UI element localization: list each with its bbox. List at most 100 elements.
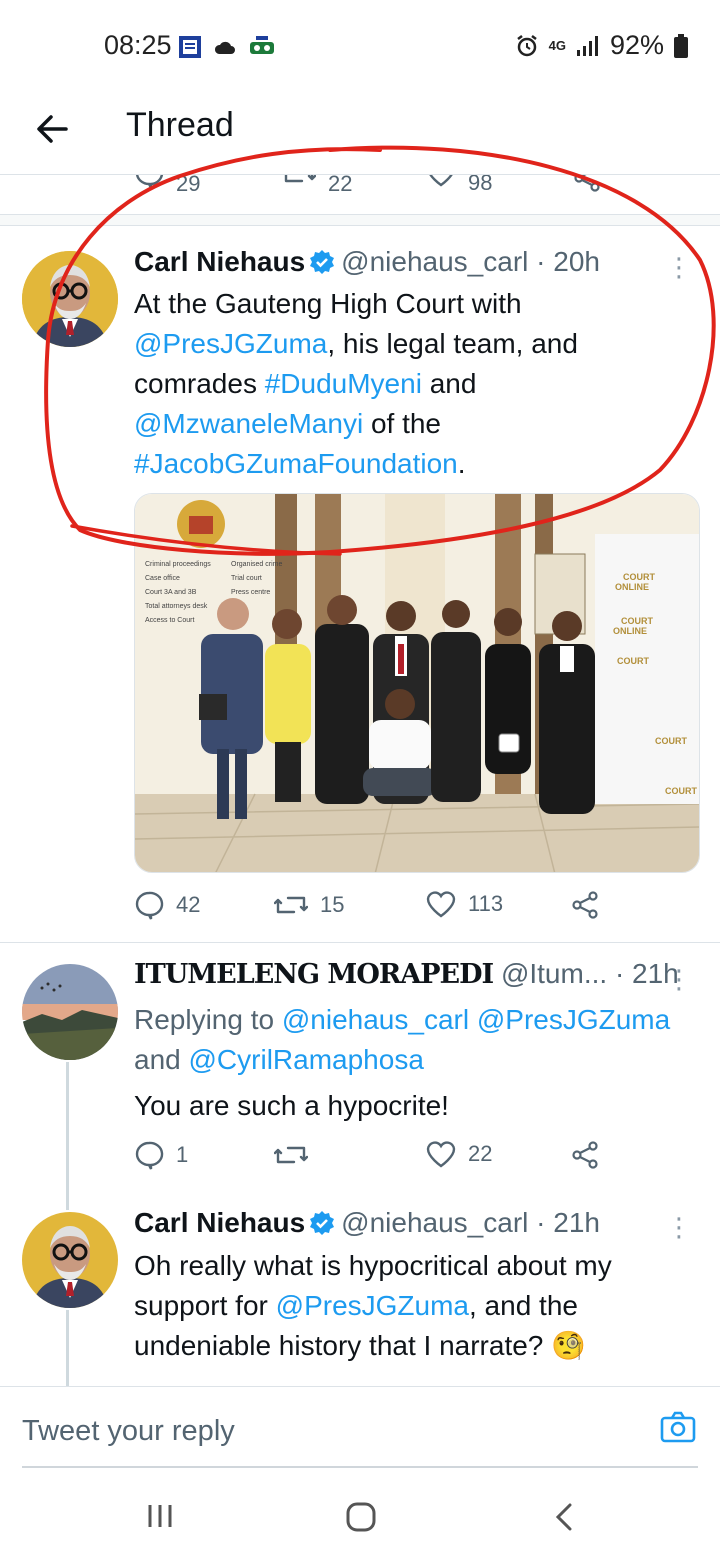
mention-link[interactable]: @MzwaneleManyi <box>134 408 363 439</box>
like-button[interactable]: 113 <box>426 890 503 918</box>
status-bar: 08:25 4G 92% <box>0 0 720 92</box>
author-handle[interactable]: @niehaus_carl <box>341 246 528 277</box>
svg-text:Total attorneys desk: Total attorneys desk <box>145 603 208 610</box>
app-header: Thread <box>0 92 720 174</box>
author-handle[interactable]: @Itum... <box>501 958 607 989</box>
share-button[interactable] <box>570 1140 600 1170</box>
hashtag-link[interactable]: #JacobGZumaFoundation <box>134 448 458 479</box>
reply-icon <box>136 175 164 189</box>
svg-text:Access to Court: Access to Court <box>145 617 194 624</box>
prev-reply-count: 29 <box>176 174 201 196</box>
previous-tweet-actions: 29 22 98 <box>0 174 720 214</box>
reply-count: 1 <box>176 1142 189 1167</box>
reply-composer: Tweet your reply <box>0 1386 720 1468</box>
tweet-text: Oh really what is hypocritical about my … <box>134 1250 612 1361</box>
svg-text:COURT: COURT <box>617 656 649 666</box>
tweet-text: At the Gauteng High Court with @PresJGZu… <box>134 288 578 479</box>
avatar-portrait <box>22 251 118 347</box>
android-nav-bar <box>0 1468 720 1560</box>
prev-retweet-action[interactable]: 22 <box>282 175 352 196</box>
svg-text:Press centre: Press centre <box>231 589 270 596</box>
prev-reply-action[interactable]: 29 <box>134 175 200 196</box>
tweet-actions: 1 22 <box>134 1140 614 1180</box>
like-button[interactable]: 22 <box>426 1140 492 1168</box>
reply-count: 42 <box>176 892 201 917</box>
retweet-button[interactable] <box>274 1140 320 1170</box>
mention-link[interactable]: @CyrilRamaphosa <box>189 1044 424 1075</box>
camera-button[interactable] <box>660 1411 696 1448</box>
divider <box>0 225 720 226</box>
reply-button[interactable]: 1 <box>134 1140 188 1170</box>
group-photo-illustration: Criminal proceedings Case office Court 3A … <box>135 494 699 872</box>
signal-icon <box>576 35 598 56</box>
share-button[interactable] <box>570 890 600 920</box>
page-title: Thread <box>126 106 234 144</box>
arrow-left-icon <box>37 115 68 143</box>
avatar-carl-niehaus[interactable] <box>22 251 118 347</box>
back-button[interactable] <box>28 104 78 154</box>
chevron-left-icon <box>555 1503 572 1531</box>
share-icon <box>572 891 598 919</box>
like-count: 22 <box>468 1141 493 1166</box>
alarm-icon <box>516 34 537 56</box>
avatar-portrait <box>22 1212 118 1308</box>
svg-text:Criminal proceedings: Criminal proceedings <box>145 561 211 568</box>
author-name[interactable]: ITUMELENG MORAPEDI <box>134 959 494 990</box>
mention-link[interactable]: @PresJGZuma <box>134 328 327 359</box>
svg-text:COURT: COURT <box>655 736 687 746</box>
more-options-icon[interactable]: ⋮ <box>666 1212 692 1243</box>
reply-input[interactable]: Tweet your reply <box>22 1415 235 1448</box>
reply-button[interactable]: 42 <box>134 890 200 920</box>
tweet-actions: 42 15 113 <box>134 890 614 930</box>
home-button[interactable] <box>346 1502 376 1537</box>
prev-share-action[interactable] <box>572 175 602 198</box>
status-time: 08:25 <box>104 30 172 60</box>
divider <box>0 942 720 943</box>
retweet-count: 15 <box>320 892 345 917</box>
mention-link[interactable]: @niehaus_carl @PresJGZuma <box>282 1004 670 1035</box>
prev-like-action[interactable]: 98 <box>426 175 492 195</box>
nav-back-button[interactable] <box>552 1502 576 1537</box>
svg-text:ONLINE: ONLINE <box>615 582 649 592</box>
recents-button[interactable] <box>146 1502 174 1535</box>
tweet-photo[interactable]: Criminal proceedings Case office Court 3A … <box>134 493 700 873</box>
avatar-carl-niehaus[interactable] <box>22 1212 118 1308</box>
avatar-itumeleng-morapedi[interactable] <box>22 964 118 1060</box>
svg-text:Organised crime: Organised crime <box>231 561 282 568</box>
share-icon <box>574 175 600 192</box>
tweet-header: Carl Niehaus @niehaus_carl · 20h <box>134 246 600 282</box>
thread-connector <box>66 1062 69 1210</box>
svg-text:COURT: COURT <box>621 616 653 626</box>
mention-link[interactable]: @PresJGZuma <box>276 1290 469 1321</box>
author-handle[interactable]: @niehaus_carl <box>341 1207 528 1238</box>
recents-icon <box>148 1505 172 1527</box>
retweet-icon <box>274 1146 308 1164</box>
like-count: 113 <box>468 891 504 916</box>
heart-icon <box>426 1141 456 1168</box>
network-type: 4G <box>548 37 566 53</box>
prev-retweet-count: 22 <box>328 174 353 196</box>
author-name[interactable]: Carl Niehaus <box>134 1207 305 1238</box>
battery-percent: 92% <box>609 30 664 60</box>
verified-badge-icon <box>309 1210 335 1243</box>
hashtag-link[interactable]: #DuduMyeni <box>265 368 422 399</box>
heart-icon <box>429 175 453 187</box>
tweet-time: · 21h <box>536 1207 600 1238</box>
share-icon <box>572 1141 598 1169</box>
retweet-button[interactable]: 15 <box>274 890 344 920</box>
more-options-icon[interactable]: ⋮ <box>666 252 692 283</box>
tweet-header: ITUMELENG MORAPEDI @Itum... · 21h <box>134 958 679 990</box>
avatar-landscape <box>22 964 118 1060</box>
camera-icon <box>660 1411 696 1443</box>
home-icon <box>346 1502 376 1532</box>
svg-text:Court 3A and 3B: Court 3A and 3B <box>145 589 197 596</box>
author-name[interactable]: Carl Niehaus <box>134 246 305 277</box>
word-doc-icon <box>179 36 201 58</box>
replying-to: Replying to @niehaus_carl @PresJGZuma an… <box>134 1004 671 1075</box>
thread-connector <box>66 1310 69 1386</box>
prev-like-count: 98 <box>468 174 493 195</box>
more-options-icon[interactable]: ⋮ <box>666 964 692 995</box>
tweet-header: Carl Niehaus @niehaus_carl · 21h <box>134 1207 600 1243</box>
heart-icon <box>426 891 456 918</box>
reply-icon <box>135 891 164 920</box>
